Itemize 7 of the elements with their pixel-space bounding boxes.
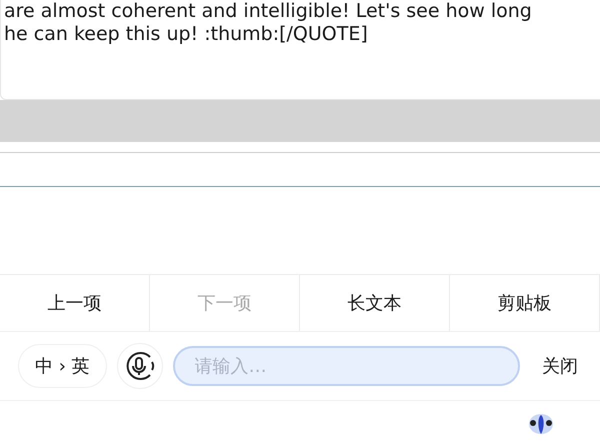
close-button[interactable]: 关闭 bbox=[530, 354, 582, 378]
quote-text: are almost coherent and intelligible! Let's see how long bbox=[4, 0, 533, 23]
input-field[interactable]: 请输入… bbox=[172, 346, 520, 386]
mascot-icon bbox=[528, 412, 554, 436]
mic-button[interactable] bbox=[116, 343, 163, 389]
language-button[interactable]: 中 › 英 bbox=[18, 344, 107, 388]
quote-text: he can keep this up! :thumb:[/QUOTE] bbox=[4, 23, 369, 46]
